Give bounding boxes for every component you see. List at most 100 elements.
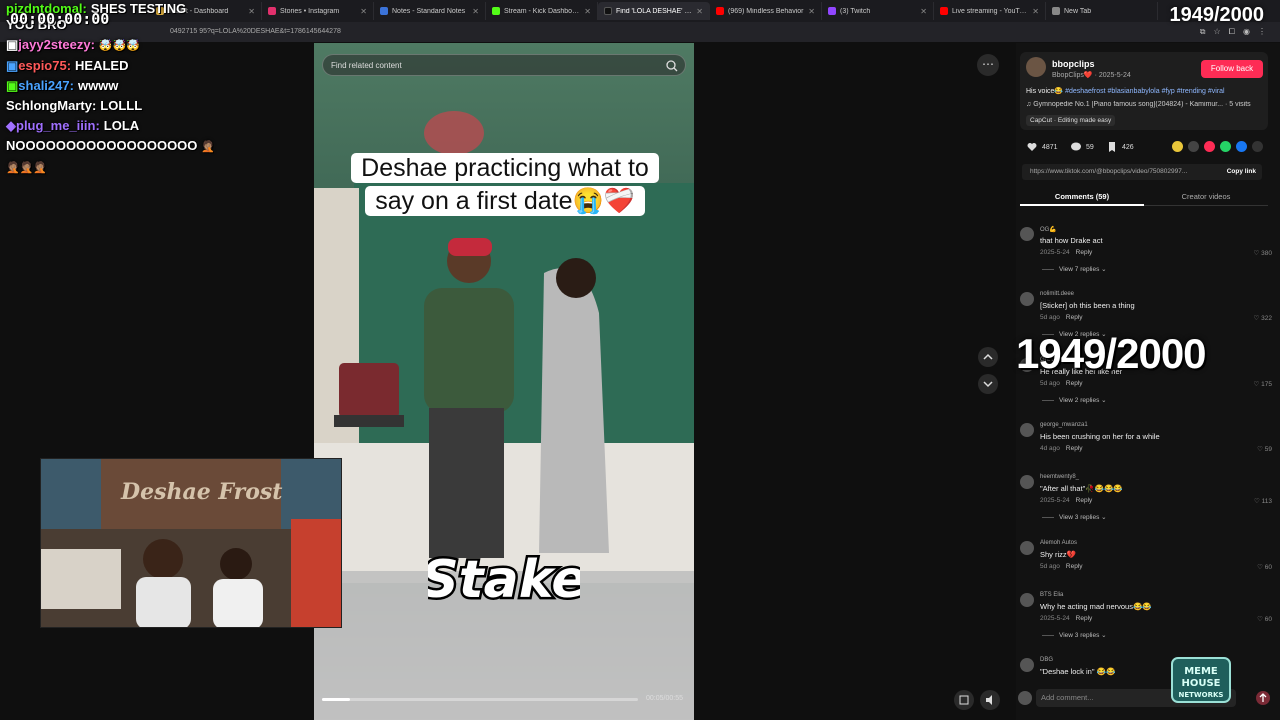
- commenter-avatar[interactable]: [1020, 423, 1034, 437]
- view-replies-button[interactable]: View 3 replies ⌄: [1042, 631, 1107, 639]
- chat-username: jayy2steezy:: [18, 37, 95, 52]
- commenter-name[interactable]: nolimitt.deee: [1040, 291, 1074, 297]
- volume-button[interactable]: [980, 690, 1000, 710]
- like-button[interactable]: 4871: [1026, 141, 1058, 153]
- comment-likes[interactable]: ♡ 175: [1254, 380, 1273, 388]
- svg-text:Deshae Frost: Deshae Frost: [120, 479, 282, 505]
- author-name[interactable]: bbopclips: [1052, 59, 1095, 69]
- reply-button[interactable]: Reply: [1076, 497, 1093, 504]
- send-icon[interactable]: [1204, 141, 1215, 152]
- commenter-avatar[interactable]: [1020, 292, 1034, 306]
- embed-icon[interactable]: [1188, 141, 1199, 152]
- cast-icon[interactable]: ⧉: [1200, 27, 1206, 37]
- more-options-button[interactable]: ⋯: [977, 54, 999, 76]
- music-info[interactable]: ♫ Gymnopedie No.1 [Piano famous song](20…: [1026, 101, 1266, 108]
- star-icon[interactable]: ☆: [1213, 27, 1220, 37]
- menu-icon[interactable]: ⋮: [1258, 27, 1266, 37]
- pip-button[interactable]: [954, 690, 974, 710]
- browser-tab[interactable]: Notes - Standard Notes ✕: [374, 2, 486, 20]
- commenter-name[interactable]: BTS Elia: [1040, 592, 1063, 598]
- comment-likes[interactable]: ♡ 59: [1257, 445, 1272, 453]
- chat-message: 🤦🏽🤦🏽🤦🏽: [6, 162, 48, 174]
- commenter-avatar[interactable]: [1020, 227, 1034, 241]
- browser-tab[interactable]: Stream - Kick Dashboard ✕: [486, 2, 598, 20]
- view-replies-button[interactable]: View 7 replies ⌄: [1042, 265, 1107, 273]
- video-progress-fill: [322, 698, 351, 701]
- chevron-up-icon: [983, 353, 993, 360]
- close-icon[interactable]: ✕: [360, 7, 367, 16]
- sub-goal-counter-large: 1949/2000: [1016, 330, 1207, 377]
- close-icon[interactable]: ✕: [472, 7, 479, 16]
- search-icon[interactable]: [665, 59, 679, 73]
- chat-username: SchlongMarty:: [6, 98, 97, 113]
- commenter-name[interactable]: Alemoh Autos: [1040, 540, 1077, 546]
- tab-favicon-icon: [716, 7, 724, 15]
- close-icon[interactable]: ✕: [1032, 7, 1039, 16]
- commenter-avatar[interactable]: [1020, 658, 1034, 672]
- badge-icon: ▣: [6, 78, 19, 93]
- commenter-avatar[interactable]: [1020, 541, 1034, 555]
- extensions-icon[interactable]: ⧠: [1229, 27, 1235, 37]
- video-link-field[interactable]: https://www.tiktok.com/@bbopclips/video/…: [1022, 164, 1262, 180]
- previous-video-button[interactable]: [978, 347, 998, 367]
- hashtags[interactable]: #deshaefrost #blasianbabylola #fyp #tren…: [1065, 88, 1225, 95]
- commenter-name[interactable]: george_mwanza1: [1040, 422, 1088, 428]
- browser-tab[interactable]: New Tab: [1046, 2, 1158, 20]
- browser-tab[interactable]: (969) Mindless Behavior ✕: [710, 2, 822, 20]
- close-icon[interactable]: ✕: [920, 7, 927, 16]
- close-icon[interactable]: ✕: [584, 7, 591, 16]
- commenter-avatar[interactable]: [1020, 475, 1034, 489]
- comment-text: that how Drake act: [1040, 236, 1103, 245]
- capcut-badge[interactable]: CapCut · Editing made easy: [1026, 115, 1116, 126]
- comment-likes[interactable]: ♡ 322: [1254, 314, 1273, 322]
- comment-meta: 2025-5-24 Reply: [1040, 615, 1093, 622]
- post-comment-button[interactable]: [1256, 691, 1270, 705]
- reply-button[interactable]: Reply: [1066, 314, 1083, 321]
- view-replies-button[interactable]: View 2 replies ⌄: [1042, 396, 1107, 404]
- comment-text: "After all that"🥀😂😂😂: [1040, 484, 1123, 493]
- related-search-input[interactable]: Find related content: [322, 54, 686, 76]
- follow-back-button[interactable]: Follow back: [1201, 60, 1263, 78]
- video-progress-bar[interactable]: [322, 698, 638, 701]
- browser-tab-active[interactable]: Find 'LOLA DESHAE' on TikTok✕: [598, 2, 710, 20]
- comment-likes[interactable]: ♡ 380: [1254, 249, 1273, 257]
- next-video-button[interactable]: [978, 374, 998, 394]
- video-frame: [314, 43, 694, 720]
- commenter-name[interactable]: DBG: [1040, 657, 1053, 663]
- browser-tab[interactable]: (3) Twitch ✕: [822, 2, 934, 20]
- save-button[interactable]: 426: [1106, 141, 1134, 153]
- comment-likes[interactable]: ♡ 60: [1257, 563, 1272, 571]
- commenter-name[interactable]: heemtwenty8_: [1040, 474, 1079, 480]
- commenter-name[interactable]: OG💪: [1040, 226, 1057, 233]
- close-icon[interactable]: ✕: [696, 7, 703, 16]
- video-player[interactable]: [314, 43, 694, 720]
- view-replies-button[interactable]: View 3 replies ⌄: [1042, 513, 1107, 521]
- reply-button[interactable]: Reply: [1076, 615, 1093, 622]
- reply-button[interactable]: Reply: [1066, 445, 1083, 452]
- author-avatar[interactable]: [1026, 57, 1046, 77]
- copy-link-button[interactable]: Copy link: [1227, 164, 1256, 180]
- share-friends-icon[interactable]: [1172, 141, 1183, 152]
- profile-icon[interactable]: ◉: [1243, 27, 1250, 37]
- comment-button[interactable]: 59: [1070, 141, 1094, 153]
- reply-button[interactable]: Reply: [1066, 563, 1083, 570]
- share-arrow-icon[interactable]: [1252, 141, 1263, 152]
- comment-text: [Sticker] oh this been a thing: [1040, 301, 1135, 310]
- tab-creator-videos[interactable]: Creator videos: [1144, 192, 1268, 201]
- chat-message: ▣shali247: wwww: [6, 78, 119, 93]
- reply-button[interactable]: Reply: [1066, 380, 1083, 387]
- facebook-icon[interactable]: [1236, 141, 1247, 152]
- sub-goal-counter: 1949/2000: [1169, 4, 1264, 26]
- author-subtitle: BbopClips❤️ · 2025-5-24: [1052, 72, 1131, 79]
- comment-text: Shy rizz💔: [1040, 550, 1077, 559]
- tab-comments[interactable]: Comments (59): [1020, 192, 1144, 206]
- whatsapp-icon[interactable]: [1220, 141, 1231, 152]
- close-icon[interactable]: ✕: [808, 7, 815, 16]
- chat-message: ◆plug_me_iiin: LOLA: [6, 118, 140, 133]
- reply-button[interactable]: Reply: [1076, 249, 1093, 256]
- commenter-avatar[interactable]: [1020, 593, 1034, 607]
- comment-likes[interactable]: ♡ 113: [1254, 497, 1272, 505]
- browser-tab[interactable]: Live streaming - YouTube Studio✕: [934, 2, 1046, 20]
- comment-likes[interactable]: ♡ 60: [1257, 615, 1272, 623]
- pip-icon: [959, 695, 969, 705]
